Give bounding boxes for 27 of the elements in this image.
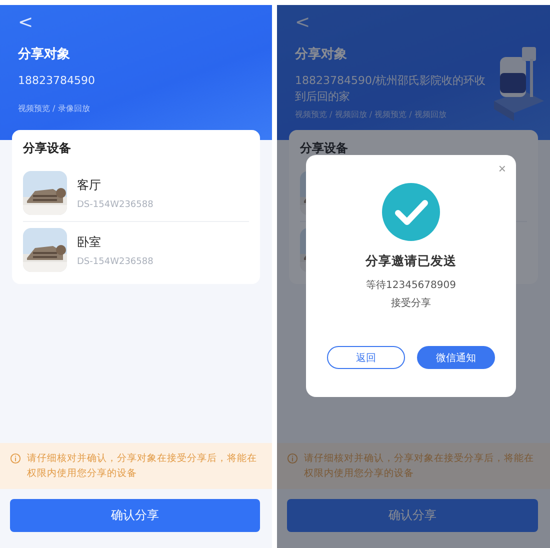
- device-name: 卧室: [77, 234, 102, 250]
- dialog-message: 接受分享: [391, 296, 431, 310]
- notify-button[interactable]: 微信通知: [417, 346, 495, 369]
- permissions-text: 视频预览 / 视频回放 / 视频预览 / 视频回放: [295, 109, 448, 120]
- close-button[interactable]: ×: [498, 161, 506, 176]
- card-title: 分享设备: [300, 140, 349, 157]
- device-serial: DS-154W236588: [77, 200, 154, 210]
- back-button[interactable]: <: [18, 13, 30, 33]
- notice-text: 请仔细核对并确认，分享对象在接受分享后，将能在权限内使用您分享的设备: [304, 452, 535, 481]
- confirm-button[interactable]: 确认分享: [287, 499, 538, 532]
- confirm-button[interactable]: 确认分享: [10, 499, 260, 532]
- info-icon: [287, 453, 298, 464]
- device-name: 客厅: [77, 176, 102, 194]
- section-title: 分享对象: [295, 46, 348, 63]
- back-button[interactable]: <: [295, 13, 307, 33]
- notice-text: 请仔细核对并确认，分享对象在接受分享后，将能在权限内使用您分享的设备: [27, 452, 258, 481]
- permissions-text: 视频预览 / 录像回放: [18, 103, 91, 114]
- info-icon: [10, 453, 21, 464]
- dialog-message: 等待12345678909: [366, 278, 456, 292]
- device-serial: DS-154W236588: [77, 256, 154, 266]
- section-title: 分享对象: [18, 46, 71, 63]
- dialog-title: 分享邀请已发送: [366, 253, 456, 270]
- share-target: 18823784590/杭州邵氏影院收的环收到后回的家: [295, 73, 487, 105]
- share-target: 18823784590: [18, 73, 96, 89]
- back-button[interactable]: 返回: [327, 346, 405, 369]
- card-title: 分享设备: [23, 140, 72, 157]
- success-check-icon: [382, 183, 440, 241]
